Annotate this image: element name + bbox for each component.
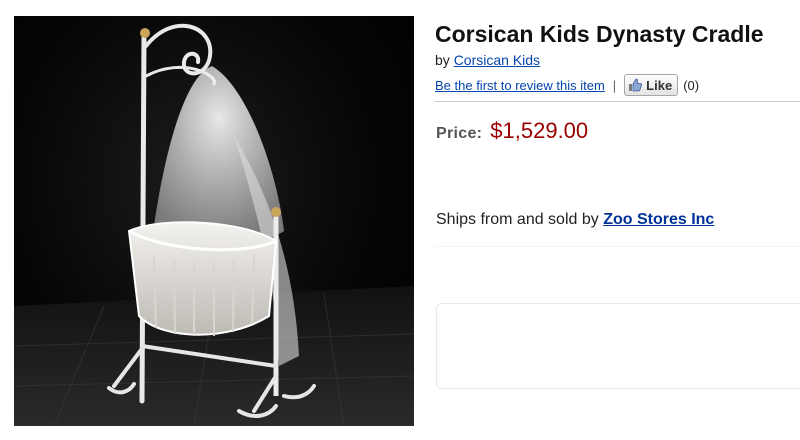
by-prefix: by — [435, 52, 450, 68]
product-title: Corsican Kids Dynasty Cradle — [435, 21, 764, 47]
cradle-illustration — [14, 23, 414, 426]
brand-link[interactable]: Corsican Kids — [454, 52, 540, 68]
price-value: $1,529.00 — [490, 118, 589, 143]
separator: | — [612, 77, 617, 93]
price-row: Price: $1,529.00 — [436, 118, 588, 144]
seller-link[interactable]: Zoo Stores Inc — [603, 211, 714, 228]
ships-from: Ships from and sold by Zoo Stores Inc — [436, 211, 714, 229]
divider — [435, 101, 800, 102]
thumbs-up-icon — [629, 78, 643, 92]
ships-text: Ships from and sold by — [436, 211, 599, 228]
like-count: (0) — [683, 77, 700, 93]
price-label: Price: — [436, 125, 483, 142]
review-row: Be the first to review this item | Like … — [435, 74, 800, 96]
byline: by Corsican Kids — [435, 52, 800, 68]
product-info: Corsican Kids Dynasty Cradle by Corsican… — [435, 20, 800, 96]
like-label: Like — [646, 77, 673, 93]
buy-box-panel — [436, 303, 800, 389]
faint-divider — [436, 246, 800, 247]
like-button[interactable]: Like — [624, 74, 679, 96]
product-photo[interactable] — [14, 16, 414, 426]
review-link[interactable]: Be the first to review this item — [435, 78, 605, 93]
